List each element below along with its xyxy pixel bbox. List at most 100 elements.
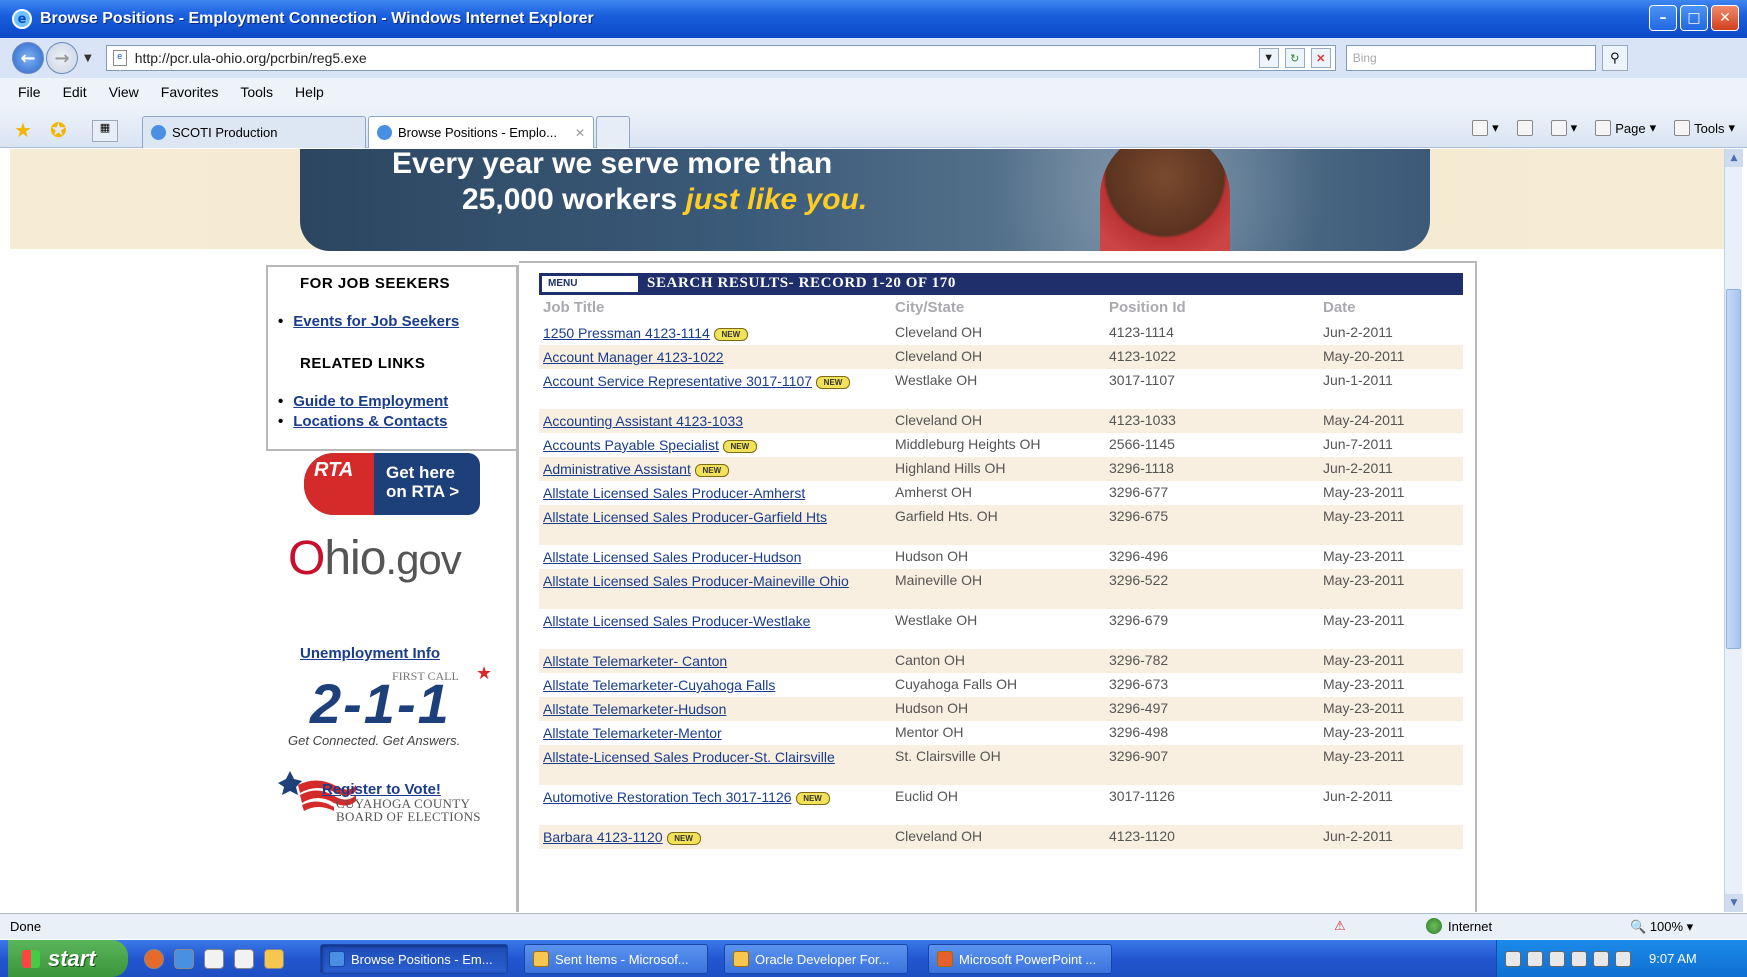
- city-state-cell: Cleveland OH: [895, 348, 983, 364]
- job-title-link[interactable]: Allstate Telemarketer- Canton: [543, 652, 867, 670]
- back-button[interactable]: ←: [12, 42, 44, 74]
- address-input[interactable]: e http://pcr.ula-ohio.org/pcrbin/reg5.ex…: [105, 45, 1336, 71]
- tray-icon[interactable]: [1615, 950, 1631, 967]
- app-icon[interactable]: [264, 949, 284, 969]
- nav-link-guide[interactable]: • Guide to Employment: [278, 393, 448, 410]
- job-title-link[interactable]: Allstate Licensed Sales Producer-Garfiel…: [543, 508, 867, 526]
- menu-edit[interactable]: Edit: [63, 84, 87, 100]
- job-title-link[interactable]: Accounts Payable Specialist NEW: [543, 436, 867, 454]
- nav-link-locations[interactable]: • Locations & Contacts: [278, 413, 447, 430]
- job-title-link[interactable]: Administrative Assistant NEW: [543, 460, 867, 478]
- page-menu-button[interactable]: Page ▾: [1595, 120, 1656, 136]
- forward-button[interactable]: →: [46, 42, 78, 74]
- feeds-button[interactable]: [1516, 120, 1533, 136]
- job-title-link[interactable]: Allstate Telemarketer-Mentor: [543, 724, 867, 742]
- security-zone[interactable]: Internet: [1448, 919, 1492, 934]
- menu-view[interactable]: View: [109, 84, 139, 100]
- clock[interactable]: 9:07 AM: [1649, 951, 1697, 966]
- tools-menu-button[interactable]: Tools ▾: [1674, 120, 1735, 136]
- tray-icon[interactable]: [1505, 950, 1521, 967]
- city-state-cell: Westlake OH: [895, 612, 978, 628]
- protected-mode-icon[interactable]: ⚠: [1334, 918, 1346, 934]
- taskbar-item-browse-positions[interactable]: Browse Positions - Em...: [320, 944, 508, 974]
- add-favorites-icon[interactable]: ✪: [50, 118, 67, 142]
- unemployment-info-link[interactable]: Unemployment Info: [300, 645, 440, 662]
- print-button[interactable]: ▾: [1550, 120, 1577, 136]
- tray-icon[interactable]: [1527, 950, 1543, 967]
- job-title-link[interactable]: Account Service Representative 3017-1107…: [543, 372, 867, 390]
- ohio-gov-logo[interactable]: Ohio.gov: [288, 531, 508, 591]
- job-title-link[interactable]: Allstate Licensed Sales Producer-Mainevi…: [543, 572, 867, 590]
- scrollbar-thumb[interactable]: [1726, 289, 1741, 649]
- stop-button[interactable]: ✕: [1310, 48, 1331, 68]
- maximize-button[interactable]: □: [1680, 5, 1708, 31]
- job-title-link[interactable]: Barbara 4123-1120 NEW: [543, 828, 867, 846]
- close-button[interactable]: ✕: [1711, 5, 1739, 31]
- menu-file[interactable]: File: [18, 84, 41, 100]
- menu-button[interactable]: MENU: [541, 275, 639, 293]
- search-icon[interactable]: ⚲: [1601, 45, 1628, 71]
- first-call-211-logo[interactable]: FIRST CALL ★ 2-1-1 Get Connected. Get An…: [288, 663, 492, 759]
- menu-help[interactable]: Help: [295, 84, 324, 100]
- new-badge-icon: NEW: [795, 791, 830, 805]
- job-title-link[interactable]: Automotive Restoration Tech 3017-1126 NEW: [543, 788, 867, 806]
- search-input[interactable]: Bing: [1345, 45, 1596, 71]
- scroll-down-icon[interactable]: ▼: [1725, 894, 1743, 912]
- job-title-link[interactable]: Allstate Licensed Sales Producer-Westlak…: [543, 612, 867, 630]
- tab-browse-positions[interactable]: Browse Positions - Emplo... ✕: [368, 116, 594, 148]
- job-title-link[interactable]: Allstate Licensed Sales Producer-Hudson: [543, 548, 867, 566]
- city-state-cell: Garfield Hts. OH: [895, 508, 998, 524]
- app-icon[interactable]: [144, 949, 164, 969]
- tray-icon[interactable]: [1549, 950, 1565, 967]
- refresh-button[interactable]: ↻: [1284, 48, 1305, 68]
- new-tab-button[interactable]: [596, 116, 630, 148]
- start-button[interactable]: start: [8, 940, 128, 977]
- app-icon[interactable]: [204, 949, 224, 969]
- table-row: Automotive Restoration Tech 3017-1126 NEW…: [539, 785, 1463, 825]
- date-cell: May-23-2011: [1323, 572, 1405, 588]
- menu-favorites[interactable]: Favorites: [161, 84, 219, 100]
- history-dropdown-icon[interactable]: ▼: [84, 53, 92, 64]
- minimize-button[interactable]: –: [1649, 5, 1677, 31]
- close-tab-icon[interactable]: ✕: [575, 126, 585, 140]
- table-row: Account Manager 4123-1022 Cleveland OH 412…: [539, 345, 1463, 369]
- new-badge-icon: NEW: [816, 375, 851, 389]
- job-title-link[interactable]: Allstate Telemarketer-Hudson: [543, 700, 867, 718]
- scroll-up-icon[interactable]: ▲: [1725, 149, 1743, 167]
- job-title-link[interactable]: Allstate Licensed Sales Producer-Amherst: [543, 484, 867, 502]
- taskbar-item-outlook[interactable]: Sent Items - Microsof...: [524, 944, 708, 974]
- position-id-cell: 3296-496: [1109, 548, 1169, 564]
- job-title-link[interactable]: Account Manager 4123-1022: [543, 348, 867, 366]
- position-id-cell: 4123-1114: [1109, 324, 1174, 340]
- oracle-icon: [733, 951, 749, 967]
- job-title-link[interactable]: Allstate-Licensed Sales Producer-St. Cla…: [543, 748, 867, 766]
- address-toolbar: ← → ▼ e http://pcr.ula-ohio.org/pcrbin/r…: [0, 38, 1747, 78]
- job-title-link[interactable]: Accounting Assistant 4123-1033: [543, 412, 867, 430]
- page-icon: [1595, 120, 1612, 136]
- favorites-star-icon[interactable]: ★: [14, 118, 32, 142]
- city-state-cell: Euclid OH: [895, 788, 959, 804]
- date-cell: May-23-2011: [1323, 548, 1405, 564]
- home-button[interactable]: ▾: [1472, 120, 1499, 136]
- ie-icon[interactable]: [174, 949, 194, 969]
- tray-icon[interactable]: [1593, 950, 1609, 967]
- cuyahoga-elections-logo[interactable]: CUYAHOGA COUNTY BOARD OF ELECTIONS: [278, 771, 518, 831]
- hero-banner: Every year we serve more than 25,000 wor…: [300, 149, 1430, 251]
- address-dropdown-icon[interactable]: ▼: [1258, 48, 1279, 68]
- tray-icon[interactable]: [1571, 950, 1587, 967]
- ie-icon: [329, 951, 345, 967]
- quick-tabs-icon[interactable]: ▦: [92, 120, 118, 142]
- menu-tools[interactable]: Tools: [240, 84, 273, 100]
- taskbar-item-oracle[interactable]: Oracle Developer For...: [724, 944, 908, 974]
- job-title-link[interactable]: Allstate Telemarketer-Cuyahoga Falls: [543, 676, 867, 694]
- taskbar-item-powerpoint[interactable]: Microsoft PowerPoint ...: [928, 944, 1112, 974]
- app-icon[interactable]: [234, 949, 254, 969]
- nav-link-events[interactable]: • Events for Job Seekers: [278, 313, 459, 330]
- table-row: Allstate Licensed Sales Producer-Garfiel…: [539, 505, 1463, 545]
- tab-scoti-production[interactable]: SCOTI Production: [142, 116, 366, 148]
- job-title-link[interactable]: 1250 Pressman 4123-1114 NEW: [543, 324, 867, 342]
- rta-logo-link[interactable]: RTA Get here on RTA >: [304, 453, 480, 517]
- zoom-level[interactable]: 🔍 100% ▾: [1630, 919, 1693, 935]
- register-to-vote-link[interactable]: Register to Vote!: [322, 781, 441, 798]
- vertical-scrollbar[interactable]: ▲ ▼: [1724, 149, 1743, 912]
